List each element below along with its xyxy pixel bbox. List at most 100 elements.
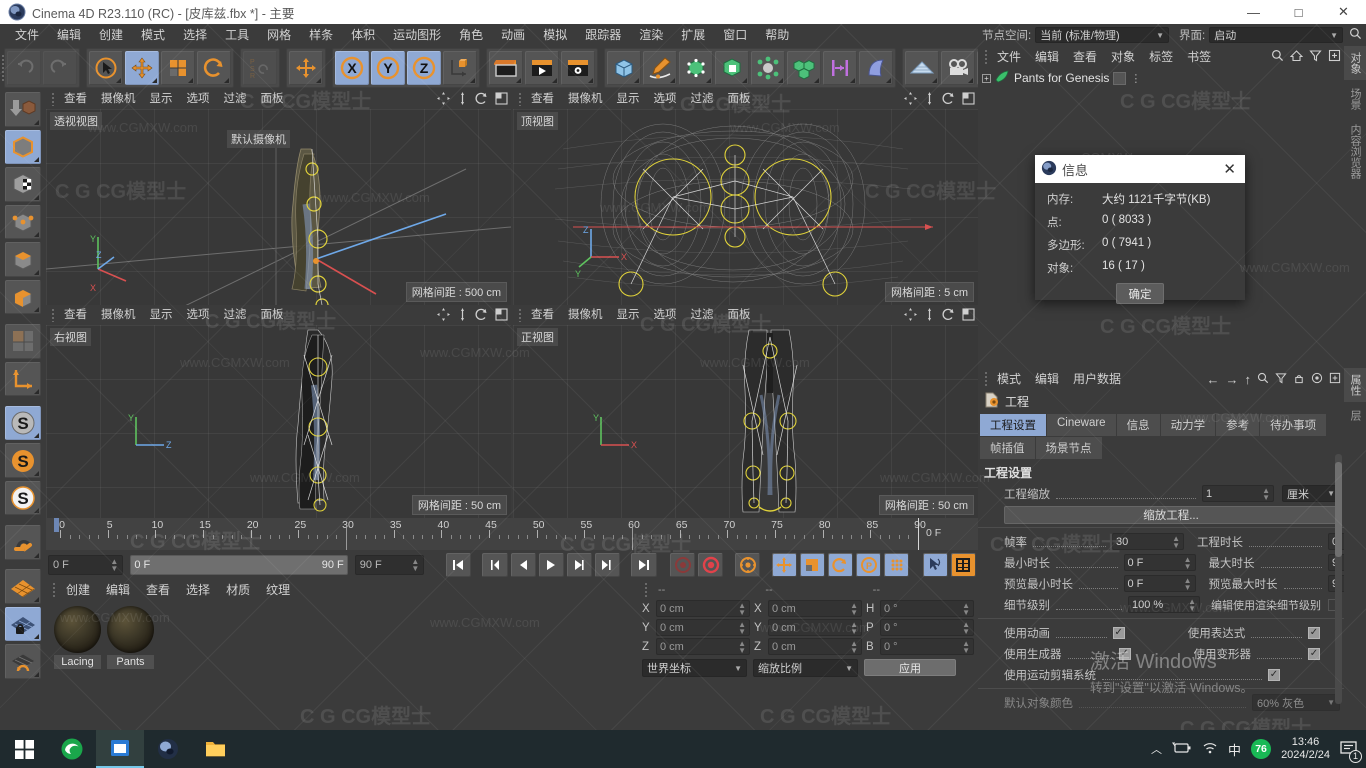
attribute-tab-5[interactable]: 待办事项 [1260, 414, 1327, 436]
viewport-right-canvas[interactable]: Y Z 右视图 网格间距 : 50 cm [46, 325, 511, 518]
object-menu-0[interactable]: 文件 [990, 46, 1028, 68]
z-axis-button[interactable]: Z [407, 51, 441, 85]
taskbar-edge-icon[interactable] [48, 730, 96, 768]
spinner-icon[interactable]: ▲ ▼ [850, 601, 858, 616]
viewport-1-menu-5[interactable]: 面板 [721, 90, 758, 109]
spline-pen-button[interactable] [643, 51, 677, 85]
viewport-3-menu-1[interactable]: 摄像机 [561, 306, 610, 325]
viewport-3-menu-2[interactable]: 显示 [610, 306, 647, 325]
expand-icon[interactable]: + [982, 73, 991, 83]
ime-indicator[interactable]: 中 [1228, 740, 1241, 759]
menu-item-16[interactable]: 窗口 [714, 24, 756, 46]
model-mode-button[interactable] [4, 129, 41, 165]
viewport-3-menu-5[interactable]: 面板 [721, 306, 758, 325]
pan-icon[interactable] [904, 307, 917, 324]
start-button[interactable] [0, 730, 48, 768]
up-arrow-icon[interactable]: ↑ [1245, 372, 1252, 387]
material-menu-1[interactable]: 编辑 [98, 580, 138, 600]
orbit-icon[interactable] [942, 92, 955, 108]
object-menu-1[interactable]: 编辑 [1028, 46, 1066, 68]
attribute-scrollbar[interactable] [1335, 454, 1342, 704]
texture-mode-button[interactable] [4, 167, 41, 202]
viewport-0-menu-4[interactable]: 过滤 [217, 90, 254, 109]
viewport-3-menu-3[interactable]: 选项 [647, 306, 684, 325]
add-layer-icon[interactable] [1328, 49, 1341, 65]
viewport-1-menu-4[interactable]: 过滤 [684, 90, 721, 109]
record-button[interactable] [698, 553, 724, 577]
frame-range-bar[interactable]: 0 F 90 F [130, 555, 348, 575]
step-forward-button[interactable] [566, 553, 592, 577]
check-box-left[interactable]: ✓ [1268, 668, 1280, 681]
spinner-icon[interactable]: ▲ ▼ [738, 620, 746, 635]
viewport-2-menu-3[interactable]: 选项 [180, 306, 217, 325]
go-to-start-button[interactable] [445, 553, 471, 577]
position-x-field[interactable]: 0 cm ▲ ▼ [656, 600, 750, 617]
viewport-2-menu-5[interactable]: 面板 [254, 306, 291, 325]
viewport-top[interactable]: 查看 摄像机 显示 选项 过滤 面板 Z X Y 顶视图 网格间距: 5 cm [513, 90, 978, 305]
spinner-icon[interactable]: ▲ ▼ [1184, 555, 1192, 570]
render-region-button[interactable] [525, 51, 559, 85]
project-unit-select[interactable]: 厘米 ▼ [1282, 485, 1340, 502]
update-badge[interactable]: 76 [1251, 739, 1272, 759]
spinner-icon[interactable]: ▲ ▼ [738, 601, 746, 616]
render-view-button[interactable] [489, 51, 523, 85]
menu-item-3[interactable]: 模式 [132, 24, 174, 46]
viewport-2-menu-4[interactable]: 过滤 [217, 306, 254, 325]
workplane-button[interactable] [4, 569, 41, 604]
size-x-field[interactable]: 0 cm ▲ ▼ [768, 600, 862, 617]
step-back-button[interactable] [510, 553, 536, 577]
spinner-icon[interactable]: ▲ ▼ [1172, 534, 1180, 549]
viewport-2-menu-0[interactable]: 查看 [57, 306, 94, 325]
wifi-icon[interactable] [1202, 741, 1218, 757]
dolly-icon[interactable] [924, 91, 935, 108]
project-scale-field[interactable]: 1 ▲ ▼ [1202, 485, 1274, 502]
menu-item-14[interactable]: 渲染 [630, 24, 672, 46]
viewport-2-menu-1[interactable]: 摄像机 [94, 306, 143, 325]
viewport-perspective-canvas[interactable]: Y X Z 透视视图 默认摄像机 网格间距 : 500 cm [46, 109, 511, 305]
rotation-h-field[interactable]: 0 ° ▲ ▼ [880, 600, 974, 617]
menu-item-6[interactable]: 网格 [258, 24, 300, 46]
material-menu-2[interactable]: 查看 [138, 580, 178, 600]
spinner-icon[interactable]: ▲ ▼ [962, 639, 970, 654]
menu-item-2[interactable]: 创建 [90, 24, 132, 46]
key-pla-button[interactable] [884, 553, 910, 577]
attribute-drag-handle[interactable] [982, 362, 990, 396]
dolly-icon[interactable] [457, 307, 468, 324]
object-menu-4[interactable]: 标签 [1142, 46, 1180, 68]
taskbar-explorer-icon[interactable] [192, 730, 240, 768]
maximize-viewport-icon[interactable] [495, 307, 508, 324]
scale-project-button[interactable]: 缩放工程... [1004, 506, 1338, 524]
position-z-field[interactable]: 0 cm ▲ ▼ [656, 638, 750, 655]
timeline-ruler[interactable]: 0 5 10 15 20 25 30 35 40 45 50 55 60 65 70 75 80 85 90 0 F [46, 518, 978, 550]
orbit-icon[interactable] [475, 92, 488, 108]
material-item[interactable]: Lacing [54, 606, 101, 676]
add-icon[interactable] [1329, 372, 1341, 387]
spinner-icon[interactable]: ▲ ▼ [411, 558, 419, 573]
menu-item-12[interactable]: 模拟 [534, 24, 576, 46]
object-dots-icon[interactable]: ⋮ [1130, 72, 1141, 85]
viewport-front-canvas[interactable]: Y X 正视图 网格间距 : 50 cm [513, 325, 978, 518]
pan-icon[interactable] [437, 91, 450, 108]
cube-primitive-button[interactable] [607, 51, 641, 85]
viewport-perspective[interactable]: 查看 摄像机 显示 选项 过滤 面板 Y X Z 透视视图 默认摄像机 网格间距… [46, 90, 511, 305]
viewport-0-menu-5[interactable]: 面板 [254, 90, 291, 109]
spinner-icon[interactable]: ▲ ▼ [850, 620, 858, 635]
subdivision-surface-button[interactable] [859, 51, 893, 85]
snap-enable-button[interactable]: S [4, 443, 41, 478]
apply-button[interactable]: 应用 [864, 659, 956, 676]
viewport-0-menu-1[interactable]: 摄像机 [94, 90, 143, 109]
workplane-rotate-button[interactable] [4, 644, 41, 680]
menu-item-7[interactable]: 样条 [300, 24, 342, 46]
object-menu-2[interactable]: 查看 [1066, 46, 1104, 68]
material-list[interactable]: Lacing Pants [46, 600, 636, 682]
menu-item-11[interactable]: 动画 [492, 24, 534, 46]
viewport-front[interactable]: 查看 摄像机 显示 选项 过滤 面板 Y X 正视图 网格间距: 50 cm [513, 306, 978, 518]
object-row[interactable]: + Pants for Genesis ⋮ [978, 68, 1344, 88]
filter-icon[interactable] [1275, 372, 1287, 387]
taskbar-store-icon[interactable] [96, 730, 144, 768]
spinner-icon[interactable]: ▲ ▼ [1184, 576, 1192, 591]
rotation-b-field[interactable]: 0 ° ▲ ▼ [880, 638, 974, 655]
info-dialog[interactable]: 信息 ✕ 内存: 大约 1121千字节(KB) 点: 0 ( 8033 ) 多边形: 0 … [1035, 155, 1245, 304]
edge-mode-button[interactable] [4, 242, 41, 277]
target-icon[interactable] [1311, 372, 1323, 387]
